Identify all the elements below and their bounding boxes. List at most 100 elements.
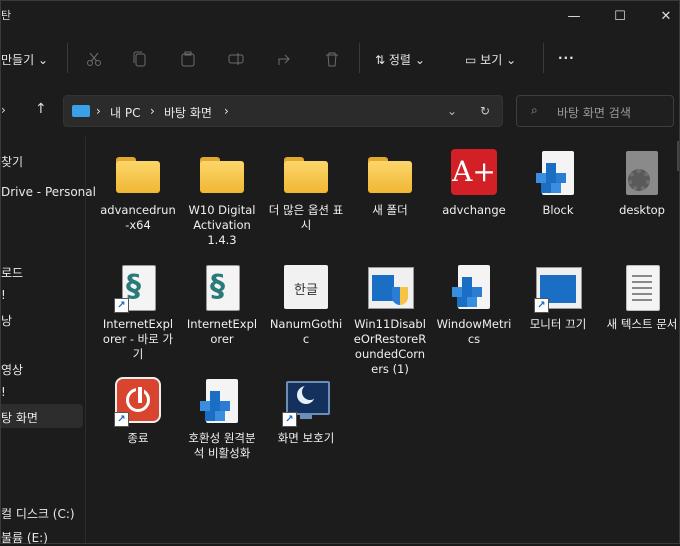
folder-w10-digital-activation[interactable]: W10 Digital Activation 1.4.3: [184, 149, 260, 248]
nav-item-videos[interactable]: 영상: [1, 361, 23, 378]
search-icon: ⌕: [531, 103, 538, 117]
folder-new-folder[interactable]: 새 폴더: [352, 149, 428, 218]
file-screensaver-shortcut[interactable]: ↗ 화면 보호기: [268, 377, 344, 446]
file-windowmetrics[interactable]: WindowMetrics: [436, 263, 512, 347]
maximize-button[interactable]: ☐: [597, 1, 643, 31]
nav-pane-divider: [85, 137, 86, 543]
file-disable-telemetry[interactable]: 호환성 원격분석 비활성화: [184, 377, 260, 461]
item-label: 화면 보호기: [277, 431, 335, 445]
registry-icon: [196, 377, 248, 429]
nav-item-downloads[interactable]: 로드: [1, 264, 23, 281]
folder-icon: [364, 149, 416, 201]
item-label: WindowMetrics: [436, 317, 512, 346]
registry-icon: [448, 263, 500, 315]
file-desktop[interactable]: desktop: [604, 149, 680, 218]
item-label: 더 많은 옵션 표시: [268, 203, 344, 232]
folder-advancedrun-x64[interactable]: advancedrun-x64: [100, 149, 176, 233]
view-icon: ▭: [465, 53, 477, 67]
paste-icon[interactable]: [175, 46, 201, 72]
toolbar-divider: [67, 43, 68, 73]
search-input[interactable]: ⌕ 바탕 화면 검색: [516, 95, 674, 127]
file-new-text-document[interactable]: 새 텍스트 문서: [604, 263, 680, 332]
power-shortcut-icon: ↗: [112, 377, 164, 429]
registry-icon: [532, 149, 584, 201]
search-placeholder: 바탕 화면 검색: [557, 106, 631, 120]
item-label: desktop: [619, 203, 665, 217]
chevron-down-icon[interactable]: ⌄: [447, 104, 457, 118]
nav-item-documents[interactable]: !: [1, 288, 6, 302]
explorer-window: 탄 — ☐ ✕ 만들기 ⌄ ⇅ 정렬 ⌄ ▭ 보기 ⌄ ··· › ↑ › 내 …: [0, 0, 680, 546]
folder-icon: [196, 149, 248, 201]
address-bar[interactable]: › 내 PC › 바탕 화면 › ⌄ ↻: [63, 95, 503, 127]
window-title: 탄: [1, 9, 12, 22]
chevron-down-icon: ⌄: [414, 53, 425, 67]
file-nanumgothic[interactable]: 한글 NanumGothic: [268, 263, 344, 347]
delete-icon[interactable]: [319, 46, 345, 72]
breadcrumb-separator-icon: ›: [96, 104, 101, 118]
item-label: 호환성 원격분석 비활성화: [188, 431, 256, 460]
item-label: Block: [542, 203, 574, 217]
copy-icon[interactable]: [127, 46, 153, 72]
item-label: advchange: [442, 203, 506, 217]
up-arrow-icon[interactable]: ↑: [35, 101, 47, 117]
nav-item-music[interactable]: !: [1, 385, 6, 399]
item-label: 모니터 끄기: [529, 317, 587, 331]
toolbar-divider: [359, 43, 360, 73]
breadcrumb-this-pc[interactable]: 내 PC: [110, 104, 140, 121]
item-label: 새 텍스트 문서: [606, 317, 678, 331]
cut-icon[interactable]: [81, 46, 107, 72]
share-icon[interactable]: [271, 46, 297, 72]
font-preview-glyph: 한글: [294, 283, 318, 298]
more-options-button[interactable]: ···: [558, 51, 575, 65]
item-label: InternetExplorer: [186, 317, 258, 346]
sort-icon: ⇅: [375, 53, 386, 67]
folder-icon: [112, 149, 164, 201]
toolbar-divider: [543, 43, 544, 73]
file-monitor-off-shortcut[interactable]: ↗ 모니터 끄기: [520, 263, 596, 332]
nav-item-onedrive[interactable]: Drive - Personal: [1, 185, 96, 199]
item-label: 새 폴더: [372, 203, 408, 217]
file-shutdown-shortcut[interactable]: ↗ 종료: [100, 377, 176, 446]
sort-label: 정렬: [388, 53, 411, 67]
pc-icon: [72, 105, 90, 117]
chevron-down-icon: ⌄: [506, 53, 517, 67]
minimize-button[interactable]: —: [551, 1, 597, 31]
nav-item-quick-access[interactable]: 찾기: [1, 153, 23, 170]
new-label: 만들기: [1, 53, 35, 67]
item-label: W10 Digital Activation 1.4.3: [188, 203, 256, 247]
file-advchange[interactable]: A+ advchange: [436, 149, 512, 218]
text-file-icon: [616, 263, 668, 315]
app-shield-icon: [364, 263, 416, 315]
folder-more-options[interactable]: 더 많은 옵션 표시: [268, 149, 344, 233]
item-label: InternetExplorer - 바로 가기: [102, 317, 174, 361]
script-icon: §: [196, 263, 248, 315]
breadcrumb-separator-icon: ›: [150, 104, 155, 118]
settings-file-icon: [616, 149, 668, 201]
file-internetexplorer-shortcut[interactable]: § ↗ InternetExplorer - 바로 가기: [100, 263, 176, 362]
nav-item-desktop[interactable]: 탕 화면: [1, 409, 38, 426]
file-block[interactable]: Block: [520, 149, 596, 218]
chevron-down-icon: ⌄: [37, 53, 49, 67]
breadcrumb-desktop[interactable]: 바탕 화면: [164, 104, 212, 121]
nav-item-volume-e[interactable]: 불륨 (E:): [1, 529, 48, 546]
nav-item-pictures[interactable]: 낭: [1, 312, 12, 329]
close-button[interactable]: ✕: [643, 1, 680, 31]
sort-button[interactable]: ⇅ 정렬 ⌄: [375, 51, 425, 68]
rename-icon[interactable]: [223, 46, 249, 72]
item-label: Win11DisableOrRestoreRoundedCorners (1): [353, 317, 427, 376]
folder-icon: [280, 149, 332, 201]
item-label: 종료: [127, 431, 149, 445]
item-label: advancedrun-x64: [100, 203, 176, 232]
nav-item-local-disk-c[interactable]: 컬 디스크 (C:): [1, 505, 75, 522]
chevron-left-icon: ›: [1, 103, 6, 117]
scrollbar[interactable]: [677, 141, 679, 171]
file-internetexplorer[interactable]: § InternetExplorer: [184, 263, 260, 347]
monitor-window-shortcut-icon: ↗: [532, 263, 584, 315]
file-win11-rounded-corners[interactable]: Win11DisableOrRestoreRoundedCorners (1): [352, 263, 428, 377]
breadcrumb-separator-icon: ›: [224, 104, 229, 118]
view-button[interactable]: ▭ 보기 ⌄: [465, 51, 516, 68]
refresh-icon[interactable]: ↻: [480, 104, 490, 118]
screensaver-shortcut-icon: ↗: [280, 377, 332, 429]
new-button[interactable]: 만들기 ⌄: [1, 51, 48, 68]
acrobat-icon: A+: [448, 149, 500, 201]
